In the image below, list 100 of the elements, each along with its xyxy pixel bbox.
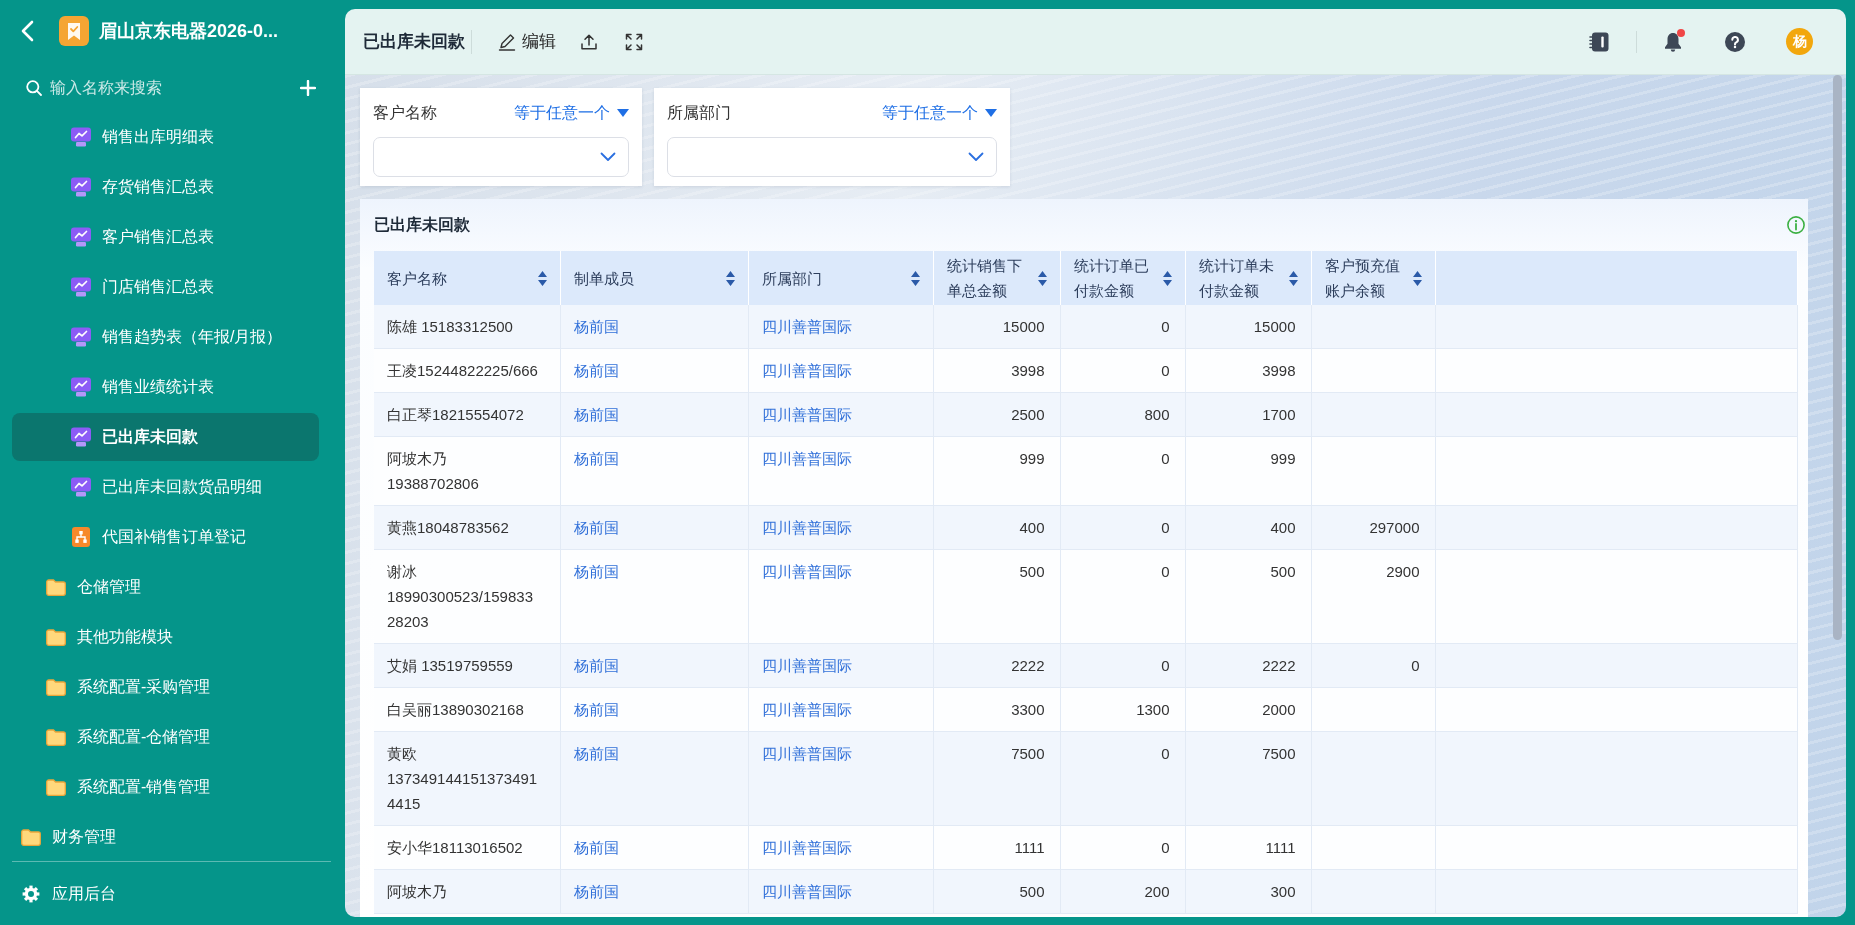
table-link[interactable]: 杨前国 bbox=[573, 450, 619, 467]
help-icon[interactable] bbox=[1725, 31, 1745, 52]
filter-label: 所属部门 bbox=[667, 103, 731, 123]
admin-link[interactable]: 应用后台 bbox=[0, 862, 116, 925]
sidebar-item[interactable]: 财务管理 bbox=[12, 813, 319, 861]
table-link[interactable]: 四川善普国际 bbox=[761, 657, 852, 674]
sidebar-item[interactable]: 系统配置-仓储管理 bbox=[12, 713, 319, 761]
table-cell: 500 bbox=[933, 549, 1060, 644]
table-cell: 2000 bbox=[1185, 687, 1311, 732]
table-cell: 陈雄 15183312500 bbox=[374, 305, 560, 349]
back-icon[interactable] bbox=[20, 20, 34, 42]
sidebar-item[interactable]: 系统配置-销售管理 bbox=[12, 763, 319, 811]
sort-icon bbox=[1288, 270, 1298, 286]
plus-icon[interactable] bbox=[300, 79, 316, 96]
sidebar-item[interactable]: 已出库未回款货品明细 bbox=[12, 463, 319, 511]
table-link[interactable]: 四川善普国际 bbox=[761, 450, 852, 467]
table-cell: 999 bbox=[933, 436, 1060, 506]
table-cell: 白正琴18215554072 bbox=[374, 392, 560, 437]
sidebar-item[interactable]: 其他功能模块 bbox=[12, 613, 319, 661]
table-link[interactable]: 杨前国 bbox=[573, 701, 619, 718]
sidebar-item[interactable]: 存货销售汇总表 bbox=[12, 163, 319, 211]
table-cell: 白吴丽13890302168 bbox=[374, 687, 560, 732]
table-cell: 3998 bbox=[1185, 348, 1311, 393]
table-link[interactable]: 四川善普国际 bbox=[761, 563, 852, 580]
upload-icon[interactable] bbox=[580, 32, 598, 51]
table-cell: 400 bbox=[933, 505, 1060, 550]
sidebar-item[interactable]: 代国补销售订单登记 bbox=[12, 513, 319, 561]
folder-icon bbox=[46, 628, 66, 646]
table-cell: 500 bbox=[933, 869, 1060, 914]
sidebar-item[interactable]: 销售出库明细表 bbox=[12, 113, 319, 161]
sidebar-item[interactable]: 销售业绩统计表 bbox=[12, 363, 319, 411]
table-cell: 2900 bbox=[1311, 549, 1435, 644]
sidebar-item[interactable]: 已出库未回款 bbox=[12, 413, 319, 461]
table-cell: 400 bbox=[1185, 505, 1311, 550]
table-cell: 800 bbox=[1060, 392, 1185, 437]
table-link[interactable]: 杨前国 bbox=[573, 839, 619, 856]
sort-icon bbox=[1162, 270, 1172, 286]
page-title: 已出库未回款 bbox=[363, 30, 465, 53]
info-icon[interactable] bbox=[1787, 216, 1805, 234]
bookmark-icon bbox=[59, 16, 89, 46]
edit-button[interactable]: 编辑 bbox=[498, 28, 556, 55]
table-cell: 阿坡木乃 19388702806 bbox=[374, 436, 560, 506]
sort-icon bbox=[537, 270, 547, 286]
table-cell: 15000 bbox=[1185, 305, 1311, 349]
folder-icon bbox=[46, 778, 66, 796]
bell-icon[interactable] bbox=[1664, 31, 1682, 52]
sidebar-item[interactable]: 仓储管理 bbox=[12, 563, 319, 611]
chevron-down-icon bbox=[968, 152, 984, 162]
table-cell: 0 bbox=[1060, 825, 1185, 870]
scrollbar-thumb[interactable] bbox=[1833, 75, 1842, 640]
table-link[interactable]: 四川善普国际 bbox=[761, 362, 852, 379]
table-link[interactable]: 杨前国 bbox=[573, 406, 619, 423]
table-link[interactable]: 杨前国 bbox=[573, 318, 619, 335]
chart-monitor-icon bbox=[71, 127, 91, 147]
caret-icon bbox=[617, 109, 629, 117]
table-link[interactable]: 四川善普国际 bbox=[761, 883, 852, 900]
table-link[interactable]: 杨前国 bbox=[573, 657, 619, 674]
table-cell: 3998 bbox=[933, 348, 1060, 393]
table-cell: 999 bbox=[1185, 436, 1311, 506]
chart-monitor-icon bbox=[71, 427, 91, 447]
table-link[interactable]: 四川善普国际 bbox=[761, 318, 852, 335]
chart-monitor-icon bbox=[71, 377, 91, 397]
folder-icon bbox=[46, 578, 66, 596]
settings-icon bbox=[22, 884, 40, 903]
table-cell: 王凌15244822225/666 bbox=[374, 348, 560, 393]
table-cell: 15000 bbox=[933, 305, 1060, 349]
fullscreen-icon[interactable] bbox=[625, 32, 643, 51]
sidebar-item[interactable]: 销售趋势表（年报/月报） bbox=[12, 313, 319, 361]
table-link[interactable]: 四川善普国际 bbox=[761, 701, 852, 718]
table-link[interactable]: 杨前国 bbox=[573, 362, 619, 379]
operator-dropdown[interactable]: 等于任意一个 bbox=[514, 101, 629, 125]
sidebar-item[interactable]: 客户销售汇总表 bbox=[12, 213, 319, 261]
table-link[interactable]: 杨前国 bbox=[573, 563, 619, 580]
table-cell: 7500 bbox=[1185, 731, 1311, 826]
table-cell: 7500 bbox=[933, 731, 1060, 826]
table-link[interactable]: 杨前国 bbox=[573, 745, 619, 762]
chart-monitor-icon bbox=[71, 477, 91, 497]
table-link[interactable]: 杨前国 bbox=[573, 519, 619, 536]
sidebar-item[interactable]: 系统配置-采购管理 bbox=[12, 663, 319, 711]
table-link[interactable]: 四川善普国际 bbox=[761, 519, 852, 536]
table-cell: 0 bbox=[1060, 549, 1185, 644]
search-field[interactable]: 输入名称来搜索 bbox=[50, 74, 292, 101]
notebook-icon[interactable] bbox=[1589, 31, 1609, 52]
table-link[interactable]: 四川善普国际 bbox=[761, 406, 852, 423]
table-cell: 0 bbox=[1060, 305, 1185, 349]
table-cell: 安小华18113016502 bbox=[374, 825, 560, 870]
table-cell: 3300 bbox=[933, 687, 1060, 732]
table-cell: 0 bbox=[1060, 436, 1185, 506]
table-link[interactable]: 四川善普国际 bbox=[761, 839, 852, 856]
select-field[interactable] bbox=[667, 137, 997, 177]
table-link[interactable]: 四川善普国际 bbox=[761, 745, 852, 762]
sidebar-item[interactable]: 门店销售汇总表 bbox=[12, 263, 319, 311]
sort-icon bbox=[910, 270, 920, 286]
select-field[interactable] bbox=[373, 137, 629, 177]
table-cell: 1700 bbox=[1185, 392, 1311, 437]
sort-icon bbox=[1412, 270, 1422, 286]
table-link[interactable]: 杨前国 bbox=[573, 883, 619, 900]
table-cell: 1111 bbox=[933, 825, 1060, 870]
operator-dropdown[interactable]: 等于任意一个 bbox=[882, 101, 997, 125]
table-cell: 1111 bbox=[1185, 825, 1311, 870]
